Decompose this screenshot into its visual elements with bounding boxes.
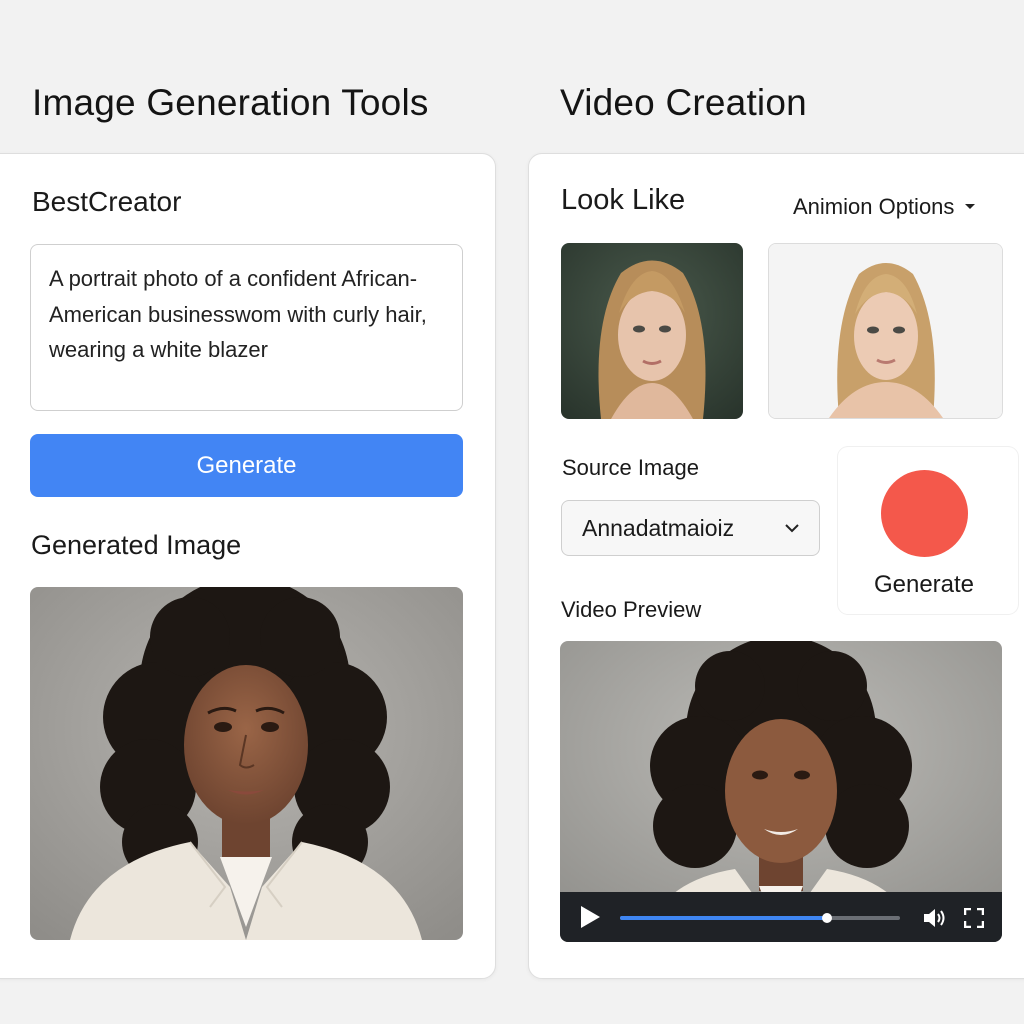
app-name: BestCreator xyxy=(32,186,182,217)
source-image-value: Annadatmaioiz xyxy=(582,514,735,541)
video-creation-title: Video Creation xyxy=(560,82,807,123)
animation-options-dropdown[interactable]: Animion Options xyxy=(793,194,976,220)
generate-image-button[interactable]: Generate xyxy=(30,434,463,497)
look-like-label: Look Like xyxy=(561,184,686,216)
animation-options-label: Animion Options xyxy=(793,194,955,219)
chevron-down-icon xyxy=(785,523,799,532)
image-tools-title: Image Generation Tools xyxy=(32,82,429,123)
caret-down-icon xyxy=(965,204,976,209)
play-icon[interactable] xyxy=(579,905,601,929)
look-like-thumbnail-dark[interactable] xyxy=(561,243,743,419)
fullscreen-icon[interactable] xyxy=(964,908,984,928)
generated-image-label: Generated Image xyxy=(31,530,242,560)
volume-icon[interactable] xyxy=(922,906,948,930)
generated-portrait-image xyxy=(30,587,463,940)
source-image-label: Source Image xyxy=(562,455,699,480)
record-button[interactable] xyxy=(881,470,968,557)
prompt-textarea[interactable]: A portrait photo of a confident African-… xyxy=(30,244,463,411)
look-like-thumbnail-light[interactable] xyxy=(768,243,1003,419)
video-preview-label: Video Preview xyxy=(561,597,702,622)
source-image-select[interactable]: Annadatmaioiz xyxy=(561,500,820,556)
video-progress-fill xyxy=(620,916,828,920)
record-generate-label[interactable]: Generate xyxy=(838,571,1010,599)
